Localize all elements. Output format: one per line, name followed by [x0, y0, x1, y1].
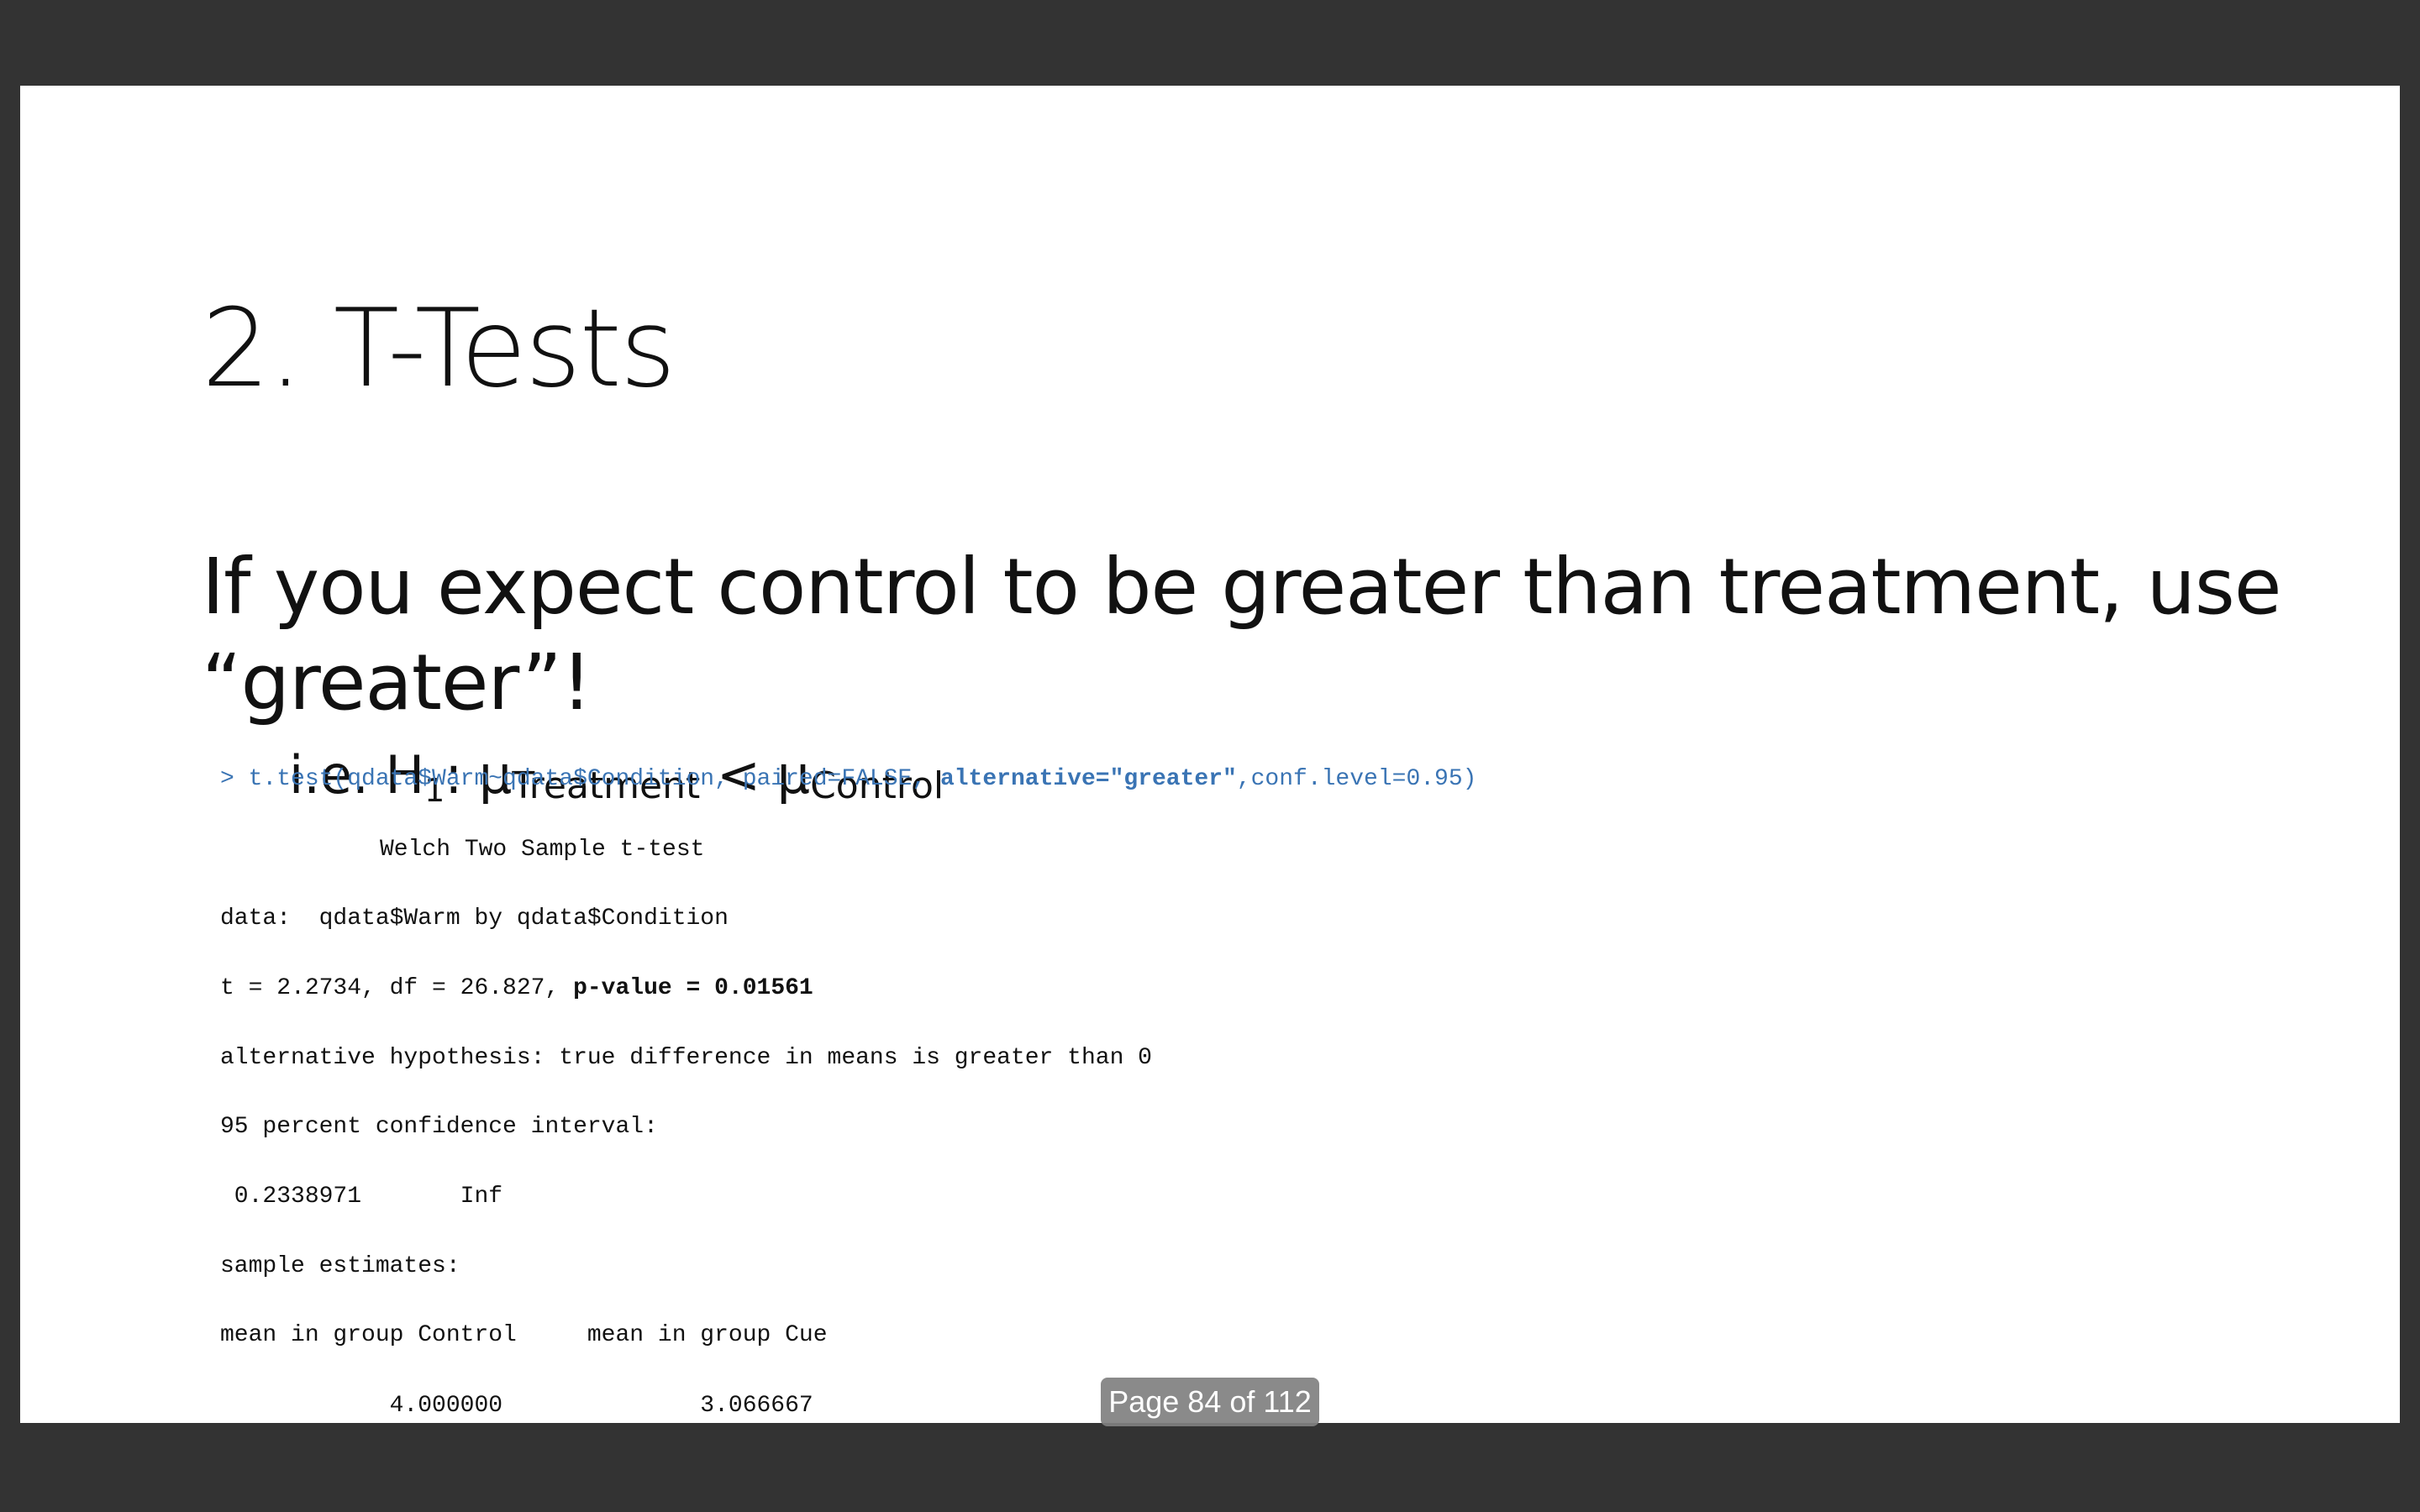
estimates-values: 4.000000 3.066667: [220, 1393, 813, 1419]
page-indicator: Page 84 of 112: [1101, 1378, 1319, 1426]
ci-values: 0.2338971 Inf: [220, 1184, 503, 1210]
stats-prefix: t = 2.2734, df = 26.827,: [220, 975, 574, 1001]
stats-line: t = 2.2734, df = 26.827, p-value = 0.015…: [220, 977, 813, 1000]
ci-label: 95 percent confidence interval:: [220, 1114, 658, 1140]
estimates-label: sample estimates:: [220, 1253, 460, 1279]
r-command-highlight: alternative="greater": [939, 766, 1237, 792]
estimates-header: mean in group Control mean in group Cue: [220, 1322, 828, 1348]
alternative-hypothesis-line: alternative hypothesis: true difference …: [220, 1045, 1152, 1071]
r-command-prompt: > t.test(qdata$Warm~qdata$Condition, pai…: [220, 766, 940, 792]
p-value: p-value = 0.01561: [573, 975, 813, 1001]
slide: 2. T-Tests If you expect control to be g…: [20, 86, 2400, 1423]
data-line: data: qdata$Warm by qdata$Condition: [220, 906, 729, 932]
slide-title: 2. T-Tests: [202, 286, 676, 412]
test-name: Welch Two Sample t-test: [380, 837, 705, 863]
slide-lead-text: If you expect control to be greater than…: [202, 542, 2281, 727]
r-command-line: > t.test(qdata$Warm~qdata$Condition, pai…: [220, 768, 1476, 791]
r-command-suffix: ,conf.level=0.95): [1236, 766, 1477, 792]
